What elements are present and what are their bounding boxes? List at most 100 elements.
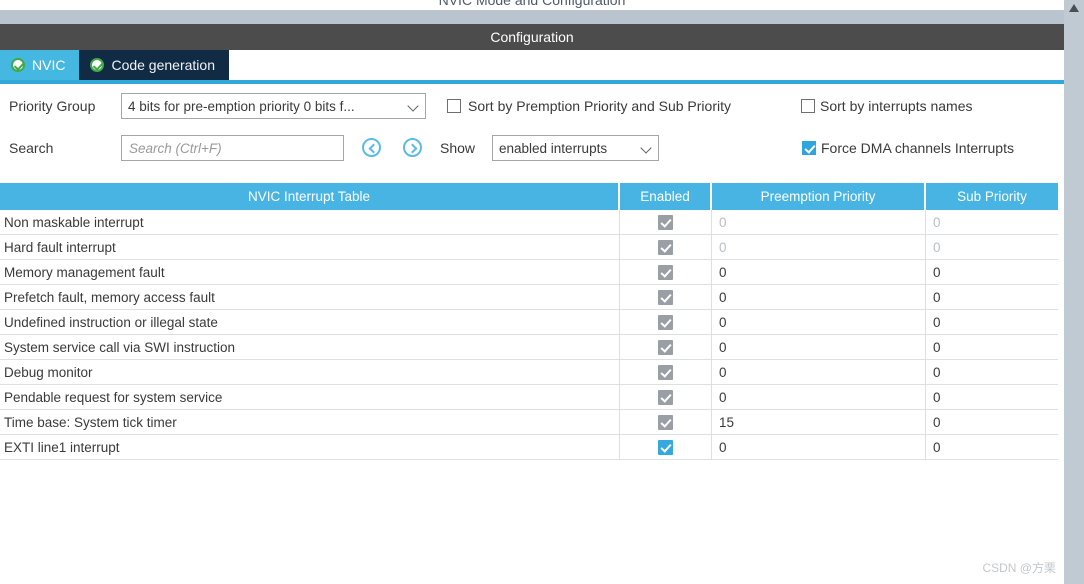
sub-priority-cell[interactable]: 0 <box>926 410 1058 435</box>
filters-row-search: Search Search (Ctrl+F) Show enabled inte… <box>0 132 1064 164</box>
enabled-cell[interactable] <box>620 285 712 310</box>
enabled-cell[interactable] <box>620 360 712 385</box>
column-header-sub[interactable]: Sub Priority <box>926 183 1058 210</box>
sort-by-premption-checkbox[interactable] <box>447 99 461 113</box>
enabled-cell[interactable] <box>620 435 712 460</box>
sub-priority-cell[interactable]: 0 <box>926 260 1058 285</box>
tab-nvic-label: NVIC <box>32 57 66 73</box>
vertical-scrollbar[interactable] <box>1064 0 1084 584</box>
enabled-cell[interactable] <box>620 385 712 410</box>
scroll-up-arrow-icon[interactable] <box>1069 4 1079 12</box>
tab-strip: NVIC Code generation <box>0 50 1064 80</box>
table-row[interactable]: EXTI line1 interrupt 0 0 <box>0 435 1058 460</box>
table-row[interactable]: Memory management fault 0 0 <box>0 260 1058 285</box>
preemption-priority-cell[interactable]: 0 <box>712 210 926 235</box>
enabled-checkbox[interactable] <box>658 215 673 230</box>
sub-priority-cell[interactable]: 0 <box>926 285 1058 310</box>
panel-gap-band <box>0 10 1064 24</box>
table-row[interactable]: Prefetch fault, memory access fault 0 0 <box>0 285 1058 310</box>
priority-group-label: Priority Group <box>9 98 96 114</box>
sort-by-interrupt-names-label: Sort by interrupts names <box>820 98 973 114</box>
enabled-cell[interactable] <box>620 235 712 260</box>
circle-right-arrow-icon[interactable] <box>403 138 422 157</box>
configuration-header-bar: Configuration <box>0 24 1064 50</box>
sort-by-interrupt-names-checkbox[interactable] <box>801 99 815 113</box>
preemption-priority-cell[interactable]: 0 <box>712 310 926 335</box>
sort-by-premption-label: Sort by Premption Priority and Sub Prior… <box>468 98 731 114</box>
enabled-cell[interactable] <box>620 310 712 335</box>
search-placeholder: Search (Ctrl+F) <box>129 140 222 156</box>
force-dma-checkbox[interactable] <box>802 141 816 155</box>
tab-strip-filler <box>228 50 1064 80</box>
chevron-down-icon <box>408 100 421 113</box>
window-title-text: NVIC Mode and Configuration <box>438 0 626 8</box>
chevron-down-icon <box>641 142 654 155</box>
table-row[interactable]: Undefined instruction or illegal state 0 0 <box>0 310 1058 335</box>
preemption-priority-cell[interactable]: 0 <box>712 260 926 285</box>
window-title-clipped: NVIC Mode and Configuration <box>0 0 1064 10</box>
interrupt-name-cell: System service call via SWI instruction <box>0 335 620 360</box>
nvic-interrupt-table: NVIC Interrupt Table Enabled Preemption … <box>0 183 1058 460</box>
preemption-priority-cell[interactable]: 15 <box>712 410 926 435</box>
preemption-priority-cell[interactable]: 0 <box>712 435 926 460</box>
force-dma-label: Force DMA channels Interrupts <box>821 140 1014 156</box>
preemption-priority-cell[interactable]: 0 <box>712 285 926 310</box>
sub-priority-cell[interactable]: 0 <box>926 310 1058 335</box>
table-row[interactable]: Debug monitor 0 0 <box>0 360 1058 385</box>
priority-group-select[interactable]: 4 bits for pre-emption priority 0 bits f… <box>121 93 426 119</box>
search-input[interactable]: Search (Ctrl+F) <box>121 135 344 161</box>
show-filter-value: enabled interrupts <box>499 140 608 156</box>
enabled-cell[interactable] <box>620 410 712 435</box>
column-header-preemption[interactable]: Preemption Priority <box>712 183 926 210</box>
enabled-checkbox[interactable] <box>658 240 673 255</box>
interrupt-name-cell: Time base: System tick timer <box>0 410 620 435</box>
preemption-priority-cell[interactable]: 0 <box>712 335 926 360</box>
column-header-enabled[interactable]: Enabled <box>620 183 712 210</box>
sub-priority-cell[interactable]: 0 <box>926 335 1058 360</box>
search-label: Search <box>9 140 54 156</box>
table-row[interactable]: Pendable request for system service 0 0 <box>0 385 1058 410</box>
enabled-checkbox[interactable] <box>658 440 673 455</box>
sub-priority-cell[interactable]: 0 <box>926 360 1058 385</box>
enabled-checkbox[interactable] <box>658 290 673 305</box>
preemption-priority-cell[interactable]: 0 <box>712 235 926 260</box>
table-row[interactable]: Time base: System tick timer 15 0 <box>0 410 1058 435</box>
enabled-cell[interactable] <box>620 210 712 235</box>
interrupt-name-cell: Non maskable interrupt <box>0 210 620 235</box>
green-check-icon <box>90 58 105 72</box>
enabled-checkbox[interactable] <box>658 265 673 280</box>
sub-priority-cell[interactable]: 0 <box>926 435 1058 460</box>
preemption-priority-cell[interactable]: 0 <box>712 385 926 410</box>
table-header-row: NVIC Interrupt Table Enabled Preemption … <box>0 183 1058 210</box>
interrupt-name-cell: Debug monitor <box>0 360 620 385</box>
tab-code-generation-label: Code generation <box>111 57 215 73</box>
enabled-cell[interactable] <box>620 260 712 285</box>
tab-code-generation[interactable]: Code generation <box>79 50 229 80</box>
enabled-checkbox[interactable] <box>658 390 673 405</box>
enabled-cell[interactable] <box>620 335 712 360</box>
preemption-priority-cell[interactable]: 0 <box>712 360 926 385</box>
nvic-configuration-panel: NVIC Mode and Configuration Configuratio… <box>0 0 1084 584</box>
enabled-checkbox[interactable] <box>658 415 673 430</box>
table-row[interactable]: Hard fault interrupt 0 0 <box>0 235 1058 260</box>
watermark-text: CSDN @方栗 <box>982 561 1056 575</box>
interrupt-name-cell: Memory management fault <box>0 260 620 285</box>
sub-priority-cell[interactable]: 0 <box>926 385 1058 410</box>
interrupt-name-cell: Prefetch fault, memory access fault <box>0 285 620 310</box>
filters-row-priority: Priority Group 4 bits for pre-emption pr… <box>0 90 1064 122</box>
enabled-checkbox[interactable] <box>658 365 673 380</box>
circle-left-arrow-icon[interactable] <box>362 138 381 157</box>
green-check-icon <box>11 58 25 72</box>
sub-priority-cell[interactable]: 0 <box>926 210 1058 235</box>
interrupt-name-cell: Pendable request for system service <box>0 385 620 410</box>
column-header-name[interactable]: NVIC Interrupt Table <box>0 183 620 210</box>
sub-priority-cell[interactable]: 0 <box>926 235 1058 260</box>
enabled-checkbox[interactable] <box>658 315 673 330</box>
filters-area: Priority Group 4 bits for pre-emption pr… <box>0 84 1064 182</box>
tab-nvic[interactable]: NVIC <box>0 50 80 80</box>
table-row[interactable]: System service call via SWI instruction 0… <box>0 335 1058 360</box>
show-filter-select[interactable]: enabled interrupts <box>492 135 659 161</box>
interrupt-name-cell: EXTI line1 interrupt <box>0 435 620 460</box>
table-row[interactable]: Non maskable interrupt 0 0 <box>0 210 1058 235</box>
enabled-checkbox[interactable] <box>658 340 673 355</box>
